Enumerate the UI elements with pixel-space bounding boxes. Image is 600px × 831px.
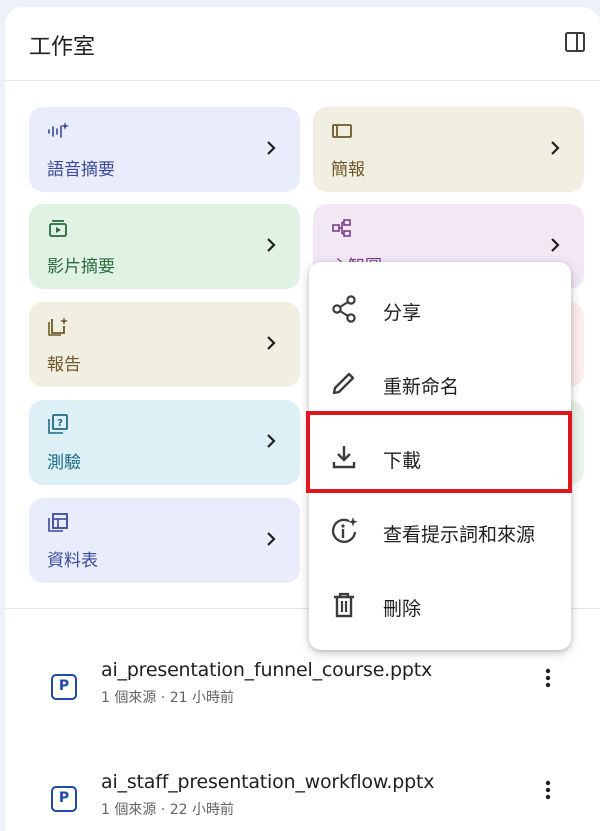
menu-item-delete[interactable]: 刪除 xyxy=(309,568,571,640)
menu-item-rename[interactable]: 重新命名 xyxy=(309,346,571,418)
menu-item-share[interactable]: 分享 xyxy=(309,272,571,344)
file-meta: 1 個來源 · 22 小時前 xyxy=(101,802,234,818)
more-vert-icon[interactable] xyxy=(544,667,552,689)
file-meta: 1 個來源 · 21 小時前 xyxy=(101,690,234,706)
download-highlight-box xyxy=(306,411,572,493)
table-icon xyxy=(48,513,68,532)
pencil-icon xyxy=(332,372,355,395)
tile-quiz[interactable]: ? 測驗 xyxy=(29,400,300,485)
quiz-icon: ? xyxy=(48,414,68,434)
chevron-right-icon xyxy=(267,238,276,252)
tile-label: 影片摘要 xyxy=(47,257,115,277)
audio-sparkle-icon xyxy=(48,122,69,138)
chevron-right-icon xyxy=(551,238,560,252)
tile-report[interactable]: 報告 xyxy=(29,302,300,387)
video-icon xyxy=(49,220,67,237)
file-name: ai_staff_presentation_workflow.pptx xyxy=(101,771,435,793)
file-row[interactable]: P ai_staff_presentation_workflow.pptx 1 … xyxy=(5,771,600,831)
report-icon xyxy=(48,317,68,336)
menu-item-label: 重新命名 xyxy=(383,376,460,398)
panel-title: 工作室 xyxy=(29,35,96,60)
presentation-file-icon: P xyxy=(51,674,77,700)
tile-slides[interactable]: 簡報 xyxy=(313,107,584,192)
menu-item-label: 查看提示詞和來源 xyxy=(383,524,536,546)
presentation-file-icon: P xyxy=(51,786,77,812)
chevron-right-icon xyxy=(551,141,560,155)
menu-item-label: 刪除 xyxy=(383,598,422,620)
chevron-right-icon xyxy=(267,141,276,155)
collapse-panel-icon[interactable] xyxy=(564,31,586,53)
tile-label: 資料表 xyxy=(47,551,98,571)
menu-item-view-prompt-sources[interactable]: 查看提示詞和來源 xyxy=(309,494,571,566)
chevron-right-icon xyxy=(267,336,276,350)
tile-label: 簡報 xyxy=(331,160,365,180)
chevron-right-icon xyxy=(267,532,276,546)
menu-item-label: 分享 xyxy=(383,302,422,324)
chevron-right-icon xyxy=(267,434,276,448)
svg-text:?: ? xyxy=(57,418,63,429)
tile-label: 測驗 xyxy=(47,453,81,473)
share-icon xyxy=(332,295,356,323)
file-name: ai_presentation_funnel_course.pptx xyxy=(101,659,433,681)
tile-label: 語音摘要 xyxy=(47,160,115,180)
file-row[interactable]: P ai_presentation_funnel_course.pptx 1 個… xyxy=(5,659,600,729)
trash-icon xyxy=(334,592,354,618)
more-vert-icon[interactable] xyxy=(544,779,552,801)
tile-label: 報告 xyxy=(47,355,81,375)
slides-icon xyxy=(332,124,352,138)
panel-header: 工作室 xyxy=(5,7,600,81)
tile-data-table[interactable]: 資料表 xyxy=(29,498,300,583)
tile-video-overview[interactable]: 影片摘要 xyxy=(29,204,300,289)
tile-audio-overview[interactable]: 語音摘要 xyxy=(29,107,300,192)
info-sparkle-icon xyxy=(331,517,358,543)
mindmap-icon xyxy=(332,219,351,237)
